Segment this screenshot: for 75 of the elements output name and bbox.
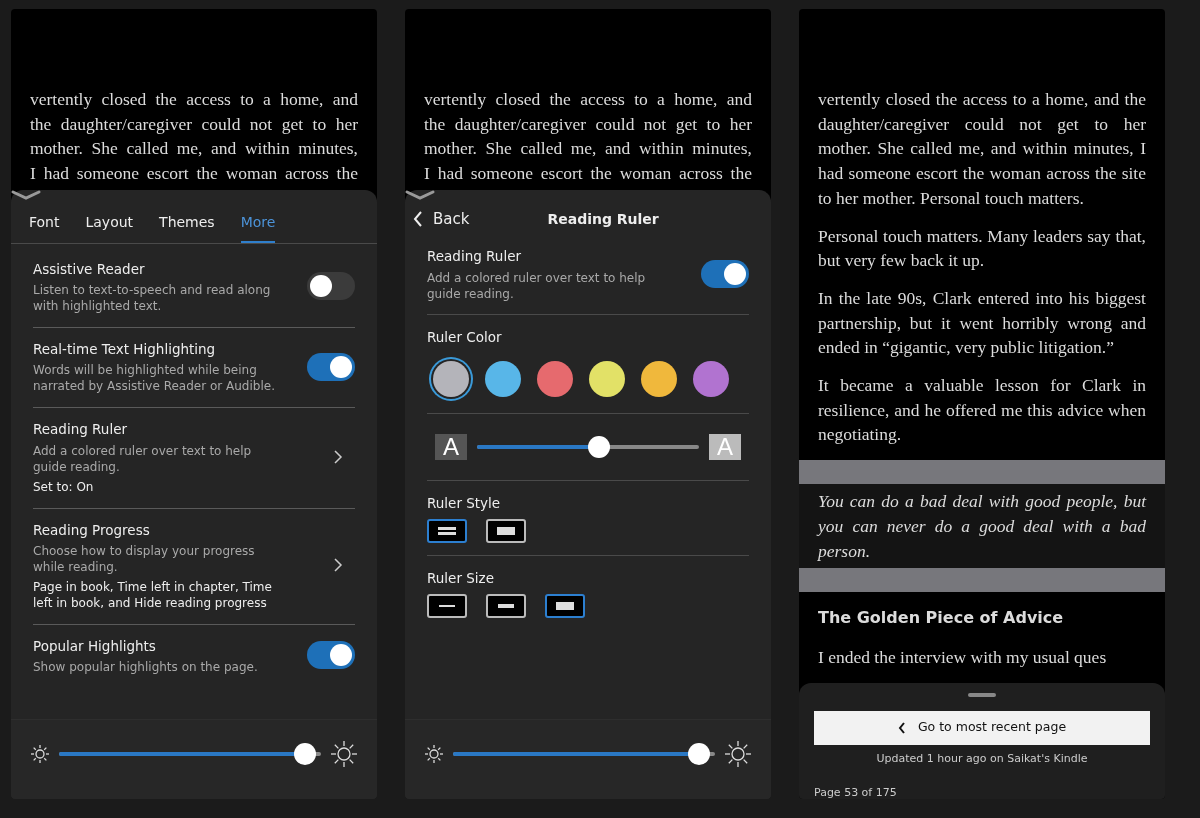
brightness-high-icon — [331, 740, 357, 767]
setting-description: Words will be highlighted while being narrated by Assistive Reader or Audible. — [33, 362, 276, 395]
book-text-line: the daughter/caregiver could not get to her — [30, 112, 358, 136]
brightness-low-icon — [425, 744, 443, 763]
book-paragraph: In the late 90s, Clark entered into his biggest partnership, but it went horribly wrong and ended in “gigantic, very public litigation.” — [818, 286, 1146, 360]
setting-description: Add a colored ruler over text to help guide reading. — [33, 442, 253, 475]
brightness-low-icon — [31, 744, 49, 763]
chevron-left-icon — [413, 210, 423, 229]
tab[interactable]: More — [240, 199, 276, 243]
chevron-left-icon — [897, 720, 906, 735]
book-text-line: vertently closed the access to a home, and — [30, 88, 358, 111]
opacity-low-label: A — [435, 433, 467, 460]
chevron-right-icon[interactable] — [333, 557, 343, 574]
setting-description: Listen to text-to-speech and read along with highlighted text. — [33, 282, 272, 315]
color-swatch[interactable] — [485, 360, 521, 397]
ruler-option[interactable] — [427, 594, 467, 619]
toggle-switch[interactable] — [307, 641, 355, 670]
setting-value: Page in book, Time left in chapter, Time left in book, and Hide reading progress — [33, 578, 273, 611]
chapter-heading: The Golden Piece of Advice — [818, 607, 1065, 630]
opacity-high-label: A — [709, 433, 741, 460]
setting-title: Reading Ruler — [427, 247, 523, 267]
toggle-switch[interactable] — [701, 259, 749, 288]
slider-thumb[interactable] — [688, 742, 711, 765]
highlighted-quote: You can do a bad deal with good people, but you can never do a good deal with a bad person. — [799, 484, 1165, 569]
book-paragraph: vertently closed the access to a home, and the daughter/caregiver could not get to her mother. She called me, and within minutes, I had someone escort the woman across the site to her mother. Personal touch matters. — [818, 88, 1146, 210]
book-text-line: vertently closed the access to a home, and — [424, 88, 752, 111]
ruler-option[interactable] — [486, 594, 526, 619]
collapse-chevron-icon[interactable] — [11, 189, 41, 200]
drag-handle[interactable] — [968, 692, 996, 697]
color-swatch[interactable] — [537, 360, 573, 397]
color-swatch[interactable] — [433, 360, 469, 397]
book-text-line: mother. She called me, and within minutes, — [424, 137, 752, 161]
book-text-line: the daughter/caregiver could not get to her — [424, 112, 752, 136]
setting-title: Real-time Text Highlighting — [33, 340, 217, 360]
color-swatch[interactable] — [693, 360, 729, 397]
section-title: Ruler Style — [427, 493, 502, 513]
book-paragraph: Personal touch matters. Many leaders say that, but very few back it up. — [818, 224, 1146, 273]
book-text-line: mother. She called me, and within minutes, — [30, 137, 358, 161]
ruler-option[interactable] — [427, 519, 467, 544]
setting-title: Reading Ruler — [33, 420, 129, 440]
setting-description: Add a colored ruler over text to help guide reading. — [427, 269, 647, 302]
brightness-slider[interactable] — [453, 741, 715, 766]
chevron-right-icon[interactable] — [333, 448, 343, 465]
setting-description: Choose how to display your progress while reading. — [33, 542, 256, 575]
book-paragraph: I ended the interview with my usual ques — [818, 645, 1108, 669]
color-swatch[interactable] — [641, 360, 677, 397]
page-indicator: Page 53 of 175 — [814, 785, 898, 799]
ruler-option[interactable] — [545, 594, 585, 619]
section-title: Ruler Size — [427, 569, 495, 589]
brightness-high-icon — [725, 740, 751, 767]
setting-value: Set to: On — [33, 478, 95, 495]
book-text-line: I had someone escort the woman across the — [424, 162, 752, 186]
setting-title: Popular Highlights — [33, 636, 157, 656]
sync-status: Updated 1 hour ago on Saikat's Kindle — [875, 750, 1089, 767]
panel-title: Reading Ruler — [547, 209, 659, 229]
section-title: Ruler Color — [427, 327, 503, 347]
toggle-switch[interactable] — [307, 272, 355, 301]
back-button[interactable]: Back — [413, 207, 470, 231]
color-swatch[interactable] — [589, 360, 625, 397]
ruler-option[interactable] — [486, 519, 526, 544]
collapse-chevron-icon[interactable] — [405, 189, 435, 200]
setting-description: Show popular highlights on the page. — [33, 659, 259, 676]
opacity-slider[interactable] — [477, 434, 699, 459]
setting-title: Reading Progress — [33, 520, 151, 540]
book-text-line: I had someone escort the woman across the — [30, 162, 358, 186]
book-paragraph: It became a valuable lesson for Clark in resilience, and he offered me this advice when negotiating. — [818, 374, 1146, 447]
brightness-slider[interactable] — [59, 741, 321, 766]
tab[interactable]: Layout — [85, 199, 134, 243]
slider-thumb[interactable] — [294, 742, 317, 765]
tab[interactable]: Themes — [159, 199, 215, 243]
setting-title: Assistive Reader — [33, 259, 146, 279]
recent-page-button[interactable]: Go to most recent page — [814, 710, 1150, 745]
toggle-switch[interactable] — [307, 352, 355, 381]
slider-thumb[interactable] — [588, 435, 611, 458]
tab[interactable]: Font — [29, 199, 60, 243]
